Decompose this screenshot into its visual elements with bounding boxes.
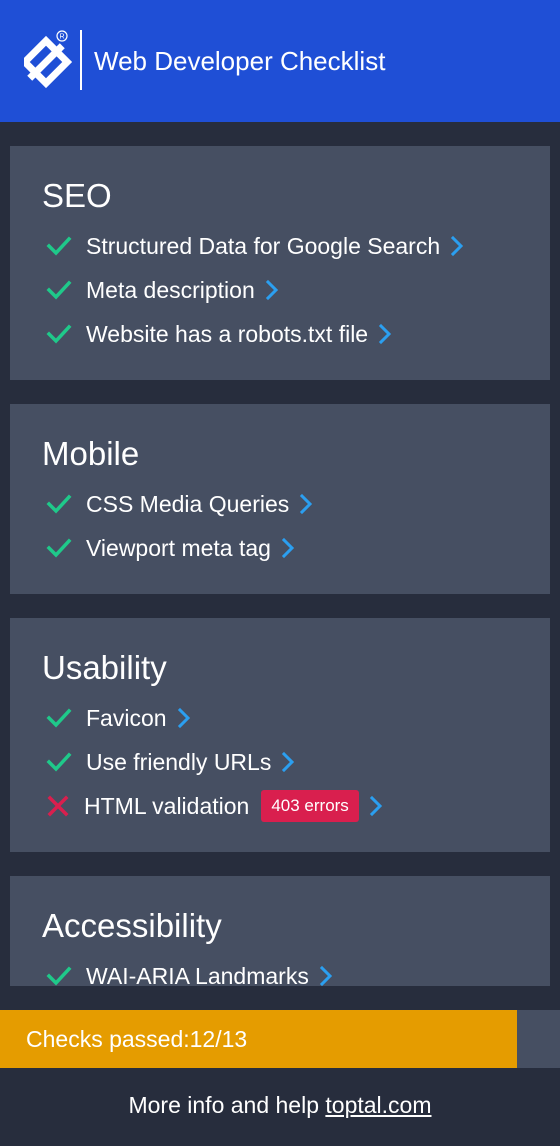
progress-label: Checks passed:12/13 [26, 1026, 248, 1052]
progress-bar: Checks passed:12/13 [0, 1010, 560, 1068]
checklist-item[interactable]: Favicon [46, 702, 193, 734]
chevron-right-icon[interactable] [299, 488, 315, 520]
item-label: Viewport meta tag [86, 535, 271, 561]
item-label: Website has a robots.txt file [86, 321, 369, 347]
checklist-content[interactable]: SEO Structured Data for Google Search Meta… [0, 122, 560, 986]
app-title: Web Developer Checklist [94, 46, 386, 76]
check-icon [46, 274, 76, 306]
error-count-badge: 403 errors [261, 790, 359, 822]
checklist-item[interactable]: Structured Data for Google Search [46, 230, 466, 262]
toptal-logo-icon[interactable]: R [24, 28, 72, 92]
check-icon [46, 230, 76, 262]
section-card-seo: SEO Structured Data for Google Search Meta… [10, 146, 550, 380]
footer: More info and help toptal.com [0, 1068, 560, 1146]
app-header: R Web Developer Checklist [0, 0, 560, 122]
item-label: CSS Media Queries [86, 491, 290, 517]
toptal-link[interactable]: toptal.com [325, 1092, 431, 1118]
footer-text: More info and help [128, 1092, 319, 1118]
chevron-right-icon[interactable] [450, 230, 466, 262]
cross-icon [46, 790, 74, 822]
checklist-item[interactable]: Website has a robots.txt file [46, 318, 394, 350]
chevron-right-icon[interactable] [319, 960, 335, 986]
check-icon [46, 488, 76, 520]
checklist-item[interactable]: HTML validation 403 errors [46, 790, 385, 822]
chevron-right-icon[interactable] [281, 532, 297, 564]
item-label: WAI-ARIA Landmarks [86, 963, 309, 986]
section-title: Mobile [42, 435, 140, 472]
item-label: Favicon [86, 705, 167, 731]
section-card-accessibility: Accessibility WAI-ARIA Landmarks [10, 876, 550, 986]
section-title: SEO [42, 177, 112, 214]
chevron-right-icon[interactable] [378, 318, 394, 350]
checklist-item[interactable]: Use friendly URLs [46, 746, 297, 778]
checklist-item[interactable]: Meta description [46, 274, 281, 306]
chevron-right-icon[interactable] [265, 274, 281, 306]
header-divider [80, 30, 82, 90]
section-title: Accessibility [42, 907, 222, 944]
checklist-item[interactable]: WAI-ARIA Landmarks [46, 960, 335, 986]
item-label: Structured Data for Google Search [86, 233, 441, 259]
item-label: HTML validation [84, 793, 250, 819]
check-icon [46, 746, 76, 778]
check-icon [46, 532, 76, 564]
item-label: Use friendly URLs [86, 749, 272, 775]
svg-text:R: R [59, 34, 64, 41]
check-icon [46, 960, 76, 986]
chevron-right-icon[interactable] [281, 746, 297, 778]
item-label: Meta description [86, 277, 255, 303]
chevron-right-icon[interactable] [177, 702, 193, 734]
chevron-right-icon[interactable] [369, 790, 385, 822]
section-card-mobile: Mobile CSS Media Queries Viewport meta tag [10, 404, 550, 594]
check-icon [46, 318, 76, 350]
checklist-item[interactable]: Viewport meta tag [46, 532, 297, 564]
checklist-item[interactable]: CSS Media Queries [46, 488, 315, 520]
section-title: Usability [42, 649, 167, 686]
check-icon [46, 702, 76, 734]
section-card-usability: Usability Favicon Use friendly URLs HTML va… [10, 618, 550, 852]
